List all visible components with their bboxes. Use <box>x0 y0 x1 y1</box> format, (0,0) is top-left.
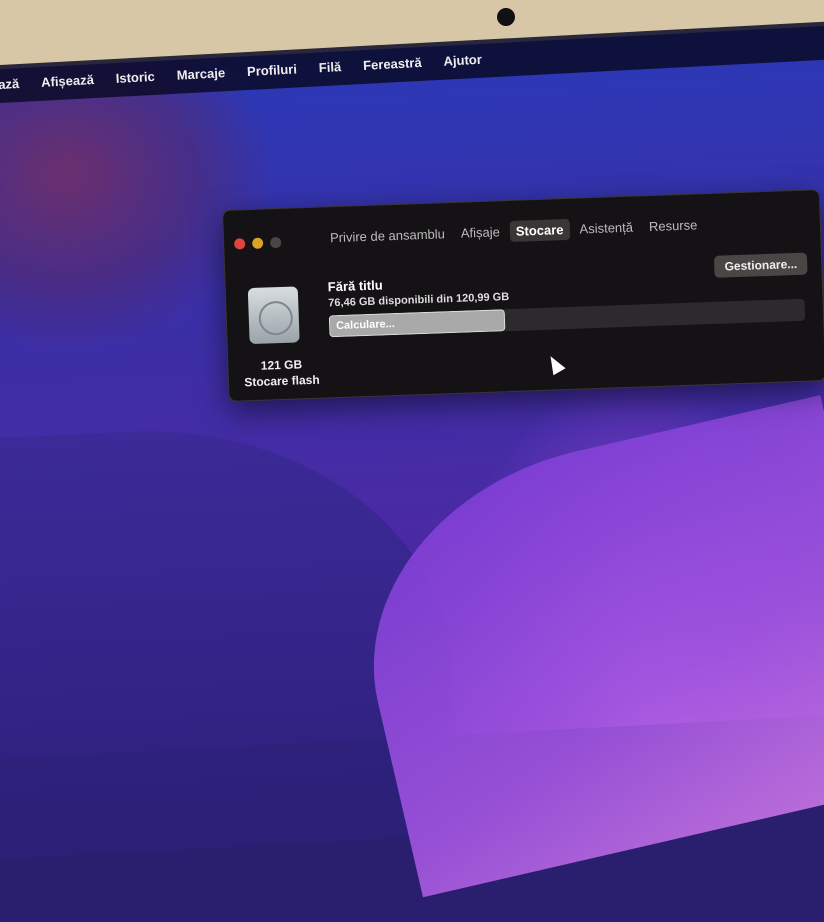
menu-view[interactable]: Afișează <box>41 72 94 90</box>
tab-overview[interactable]: Privire de ansamblu <box>324 223 452 248</box>
menu-profiles[interactable]: Profiluri <box>247 61 298 79</box>
menu-bookmarks[interactable]: Marcaje <box>176 65 225 83</box>
disk-info: 121 GB Stocare flash <box>236 355 327 390</box>
volume-name: Fără titlu <box>327 277 383 295</box>
camera <box>497 8 515 26</box>
calculating-label: Calculare... <box>335 318 395 333</box>
zoom-button[interactable] <box>269 236 282 249</box>
close-button[interactable] <box>234 238 246 250</box>
menu-tab[interactable]: Filă <box>318 59 341 75</box>
minimize-button[interactable] <box>251 237 264 249</box>
volume-available: 76,46 GB disponibili din 120,99 GB <box>328 291 510 310</box>
menu-help[interactable]: Ajutor <box>443 51 482 68</box>
about-this-mac-window: Privire de ansamblu Afișaje Stocare Asis… <box>222 189 824 402</box>
hard-drive-icon <box>247 286 300 345</box>
tab-displays[interactable]: Afișaje <box>454 221 506 244</box>
tab-bar: Privire de ansamblu Afișaje Stocare Asis… <box>324 214 704 248</box>
manage-button[interactable]: Gestionare... <box>714 252 808 278</box>
menu-window[interactable]: Fereastră <box>363 54 422 72</box>
tab-storage[interactable]: Stocare <box>509 218 570 242</box>
menu-edit[interactable]: ează <box>0 75 20 91</box>
storage-bar-used: Calculare... <box>328 309 506 338</box>
menu-history[interactable]: Istoric <box>115 68 155 85</box>
tab-resources[interactable]: Resurse <box>643 214 704 237</box>
tab-support[interactable]: Asistență <box>573 216 639 239</box>
disk-type: Stocare flash <box>244 372 320 390</box>
